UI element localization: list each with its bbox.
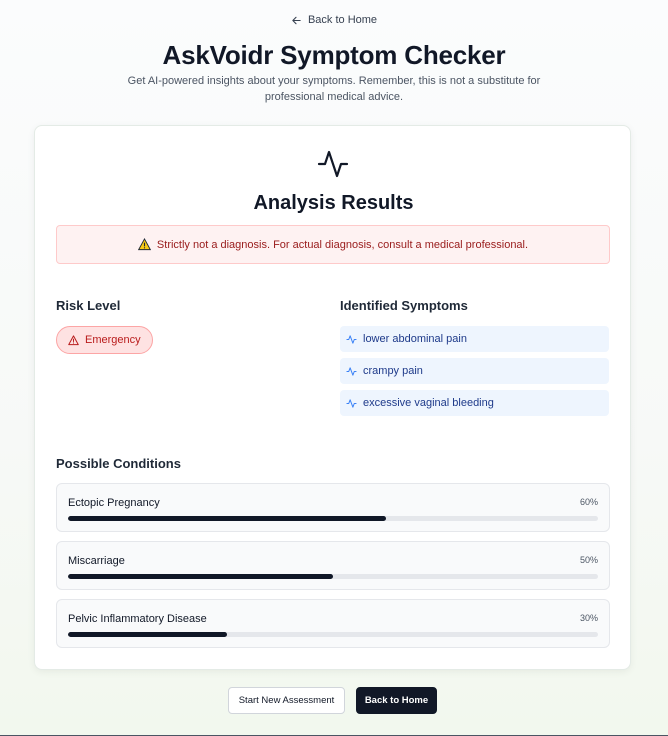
condition-item: Pelvic Inflammatory Disease 30% <box>56 599 610 648</box>
warning-triangle-icon <box>137 238 151 251</box>
condition-progress-track <box>68 632 598 637</box>
page-subtitle: Get AI-powered insights about your sympt… <box>127 75 541 103</box>
condition-name: Ectopic Pregnancy <box>68 497 160 509</box>
disclaimer-banner: Strictly not a diagnosis. For actual dia… <box>56 225 610 264</box>
symptom-label: crampy pain <box>363 365 423 377</box>
risk-level-badge: Emergency <box>56 326 153 354</box>
start-new-assessment-button[interactable]: Start New Assessment <box>228 687 345 714</box>
condition-progress-fill <box>68 574 333 579</box>
condition-progress-fill <box>68 632 227 637</box>
symptom-label: lower abdominal pain <box>363 333 467 345</box>
back-to-home-label: Back to Home <box>307 14 378 26</box>
analysis-results-title: Analysis Results <box>253 192 414 214</box>
condition-name: Pelvic Inflammatory Disease <box>68 613 207 625</box>
page-title: AskVoidr Symptom Checker <box>162 40 506 70</box>
symptom-item: excessive vaginal bleeding <box>340 390 609 416</box>
risk-level-label: Risk Level <box>56 298 121 313</box>
identified-symptoms-label: Identified Symptoms <box>340 298 468 313</box>
condition-percent: 50% <box>579 555 598 565</box>
condition-item: Miscarriage 50% <box>56 541 610 590</box>
pulse-icon <box>346 366 357 376</box>
symptom-item: crampy pain <box>340 358 609 384</box>
pulse-icon <box>317 150 349 178</box>
condition-progress-fill <box>68 516 386 521</box>
symptom-label: excessive vaginal bleeding <box>363 397 494 409</box>
analysis-results-card: Analysis Results Strictly not a diagnosi… <box>34 125 631 670</box>
disclaimer-text: Strictly not a diagnosis. For actual dia… <box>156 238 529 251</box>
condition-item: Ectopic Pregnancy 60% <box>56 483 610 532</box>
pulse-icon <box>346 398 357 408</box>
back-to-home-button[interactable]: Back to Home <box>356 687 437 714</box>
arrow-left-icon <box>292 16 301 24</box>
back-to-home-link[interactable]: Back to Home <box>0 14 668 26</box>
condition-name: Miscarriage <box>68 555 125 567</box>
condition-progress-track <box>68 574 598 579</box>
possible-conditions-label: Possible Conditions <box>56 456 181 471</box>
alert-triangle-icon <box>68 334 79 345</box>
pulse-icon <box>346 334 357 344</box>
symptom-item: lower abdominal pain <box>340 326 609 352</box>
condition-progress-track <box>68 516 598 521</box>
condition-percent: 60% <box>579 497 598 507</box>
risk-level-value: Emergency <box>85 334 141 346</box>
condition-percent: 30% <box>579 613 598 623</box>
